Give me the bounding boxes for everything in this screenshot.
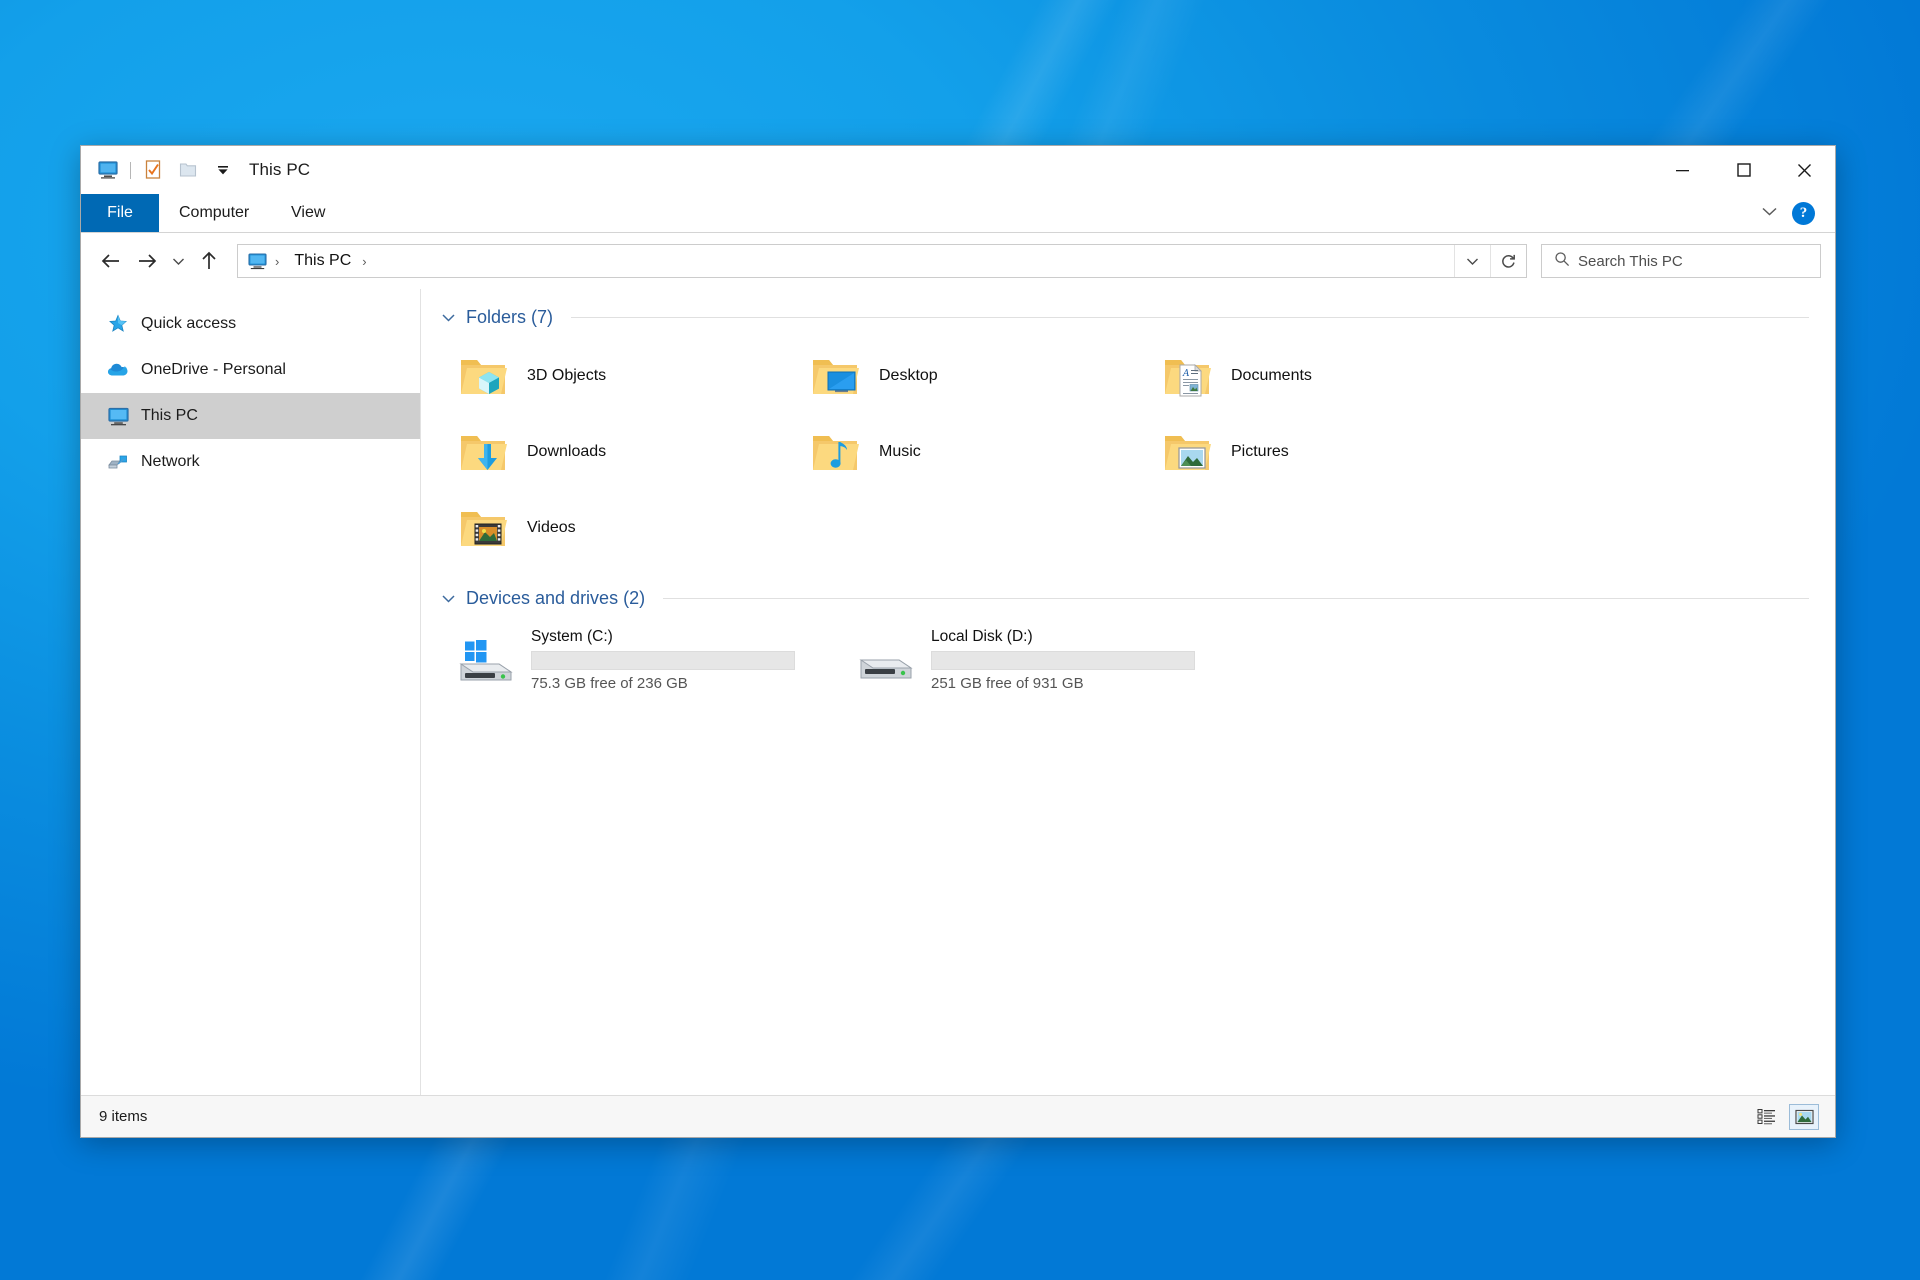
folder-3d-objects-icon (455, 348, 511, 404)
folder-downloads-icon (455, 424, 511, 480)
breadcrumb-separator-1[interactable]: › (355, 254, 373, 269)
ribbon-right-controls: ? (1761, 194, 1825, 232)
drive-label-system-c: System (C:) (531, 628, 797, 646)
folder-item-documents[interactable]: A Documents (1145, 338, 1497, 414)
window-title: This PC (249, 160, 310, 180)
sidebar-label-this-pc: This PC (141, 407, 198, 425)
drive-usage-bar-system-c (531, 651, 795, 670)
breadcrumb-separator-0[interactable]: › (268, 254, 286, 269)
up-button[interactable] (191, 243, 227, 279)
network-icon (107, 451, 129, 473)
folders-group-title: Folders (7) (466, 307, 553, 328)
address-this-pc-icon (238, 253, 268, 270)
drive-item-local-disk-d[interactable]: Local Disk (D:) 251 GB free of 931 GB (841, 619, 1241, 701)
search-input[interactable]: Search This PC (1578, 253, 1683, 270)
this-pc-icon[interactable] (95, 157, 121, 183)
refresh-icon[interactable] (1490, 245, 1526, 277)
folder-item-downloads[interactable]: Downloads (441, 414, 793, 490)
sidebar-label-onedrive: OneDrive - Personal (141, 361, 286, 379)
file-explorer-window: This PC File Computer View (80, 145, 1836, 1138)
recent-locations-chevron-icon[interactable] (165, 243, 191, 279)
drives-group-header[interactable]: Devices and drives (2) (441, 588, 1809, 609)
folder-item-music[interactable]: Music (793, 414, 1145, 490)
tab-computer[interactable]: Computer (159, 194, 269, 232)
folders-group-header[interactable]: Folders (7) (441, 307, 1809, 328)
toolbar-separator-1 (130, 162, 131, 179)
pin-star-icon (107, 313, 129, 335)
folder-desktop-icon (807, 348, 863, 404)
drive-item-system-c[interactable]: System (C:) 75.3 GB free of 236 GB (441, 619, 841, 701)
view-toggle-group (1751, 1104, 1819, 1130)
folder-pictures-icon (1159, 424, 1215, 480)
drive-info-local-disk-d: Local Disk (D:) 251 GB free of 931 GB (931, 628, 1197, 692)
folder-videos-icon (455, 500, 511, 556)
window-controls (1652, 146, 1835, 194)
sidebar-item-quick-access[interactable]: Quick access (81, 301, 420, 347)
folder-label-desktop: Desktop (879, 367, 938, 385)
drives-tile-list: System (C:) 75.3 GB free of 236 GB (441, 619, 1809, 701)
content-pane: Folders (7) (421, 289, 1835, 1095)
drives-group-rule (663, 598, 1809, 599)
ribbon-tab-bar: File Computer View ? (81, 194, 1835, 233)
sidebar-item-this-pc[interactable]: This PC (81, 393, 420, 439)
drive-label-local-disk-d: Local Disk (D:) (931, 628, 1197, 646)
folder-item-videos[interactable]: Videos (441, 490, 793, 566)
breadcrumb-item-this-pc[interactable]: This PC (286, 245, 355, 277)
large-icons-view-button[interactable] (1789, 1104, 1819, 1130)
folder-documents-icon: A (1159, 348, 1215, 404)
sidebar-label-quick-access: Quick access (141, 315, 236, 333)
details-view-button[interactable] (1751, 1104, 1781, 1130)
address-toolbar: › This PC › S (81, 233, 1835, 289)
folder-label-3d-objects: 3D Objects (527, 367, 606, 385)
status-item-count: 9 items (99, 1108, 147, 1125)
new-folder-icon[interactable] (175, 157, 201, 183)
properties-icon[interactable] (140, 157, 166, 183)
sidebar-label-network: Network (141, 453, 200, 471)
navigation-pane: Quick access OneDrive - Personal (81, 289, 421, 1095)
help-button[interactable]: ? (1792, 202, 1815, 225)
customize-dropdown-icon[interactable] (210, 157, 236, 183)
search-box[interactable]: Search This PC (1541, 244, 1821, 278)
drive-free-local-disk-d: 251 GB free of 931 GB (931, 675, 1197, 692)
tab-view[interactable]: View (269, 194, 347, 232)
folder-item-desktop[interactable]: Desktop (793, 338, 1145, 414)
folders-collapse-chevron-icon[interactable] (441, 313, 456, 323)
expand-ribbon-chevron-icon[interactable] (1761, 204, 1778, 222)
address-bar[interactable]: › This PC › (237, 244, 1527, 278)
status-bar: 9 items (81, 1095, 1835, 1137)
windows-drive-icon (455, 634, 517, 686)
folder-label-pictures: Pictures (1231, 443, 1289, 461)
folder-label-documents: Documents (1231, 367, 1312, 385)
local-drive-icon (855, 634, 917, 686)
folder-item-3d-objects[interactable]: 3D Objects (441, 338, 793, 414)
title-bar: This PC (81, 146, 1835, 194)
drive-usage-bar-local-disk-d (931, 651, 1195, 670)
search-icon (1554, 251, 1570, 272)
window-body: Quick access OneDrive - Personal (81, 289, 1835, 1095)
folder-item-pictures[interactable]: Pictures (1145, 414, 1497, 490)
folder-label-music: Music (879, 443, 921, 461)
onedrive-cloud-icon (107, 359, 129, 381)
tab-file[interactable]: File (81, 194, 159, 232)
drive-info-system-c: System (C:) 75.3 GB free of 236 GB (531, 628, 797, 692)
folder-music-icon (807, 424, 863, 480)
drives-group-title: Devices and drives (2) (466, 588, 645, 609)
drive-free-system-c: 75.3 GB free of 236 GB (531, 675, 797, 692)
minimize-button[interactable] (1652, 146, 1713, 194)
quick-access-toolbar (95, 157, 236, 183)
this-pc-monitor-icon (107, 405, 129, 427)
drives-collapse-chevron-icon[interactable] (441, 594, 456, 604)
maximize-button[interactable] (1713, 146, 1774, 194)
folder-label-downloads: Downloads (527, 443, 606, 461)
folders-tile-list: 3D Objects (441, 338, 1809, 566)
forward-button[interactable] (129, 243, 165, 279)
sidebar-item-network[interactable]: Network (81, 439, 420, 485)
folder-label-videos: Videos (527, 519, 576, 537)
svg-text:A: A (1182, 369, 1190, 379)
address-dropdown-icon[interactable] (1454, 245, 1490, 277)
back-button[interactable] (93, 243, 129, 279)
sidebar-item-onedrive[interactable]: OneDrive - Personal (81, 347, 420, 393)
close-button[interactable] (1774, 146, 1835, 194)
folders-group-rule (571, 317, 1809, 318)
